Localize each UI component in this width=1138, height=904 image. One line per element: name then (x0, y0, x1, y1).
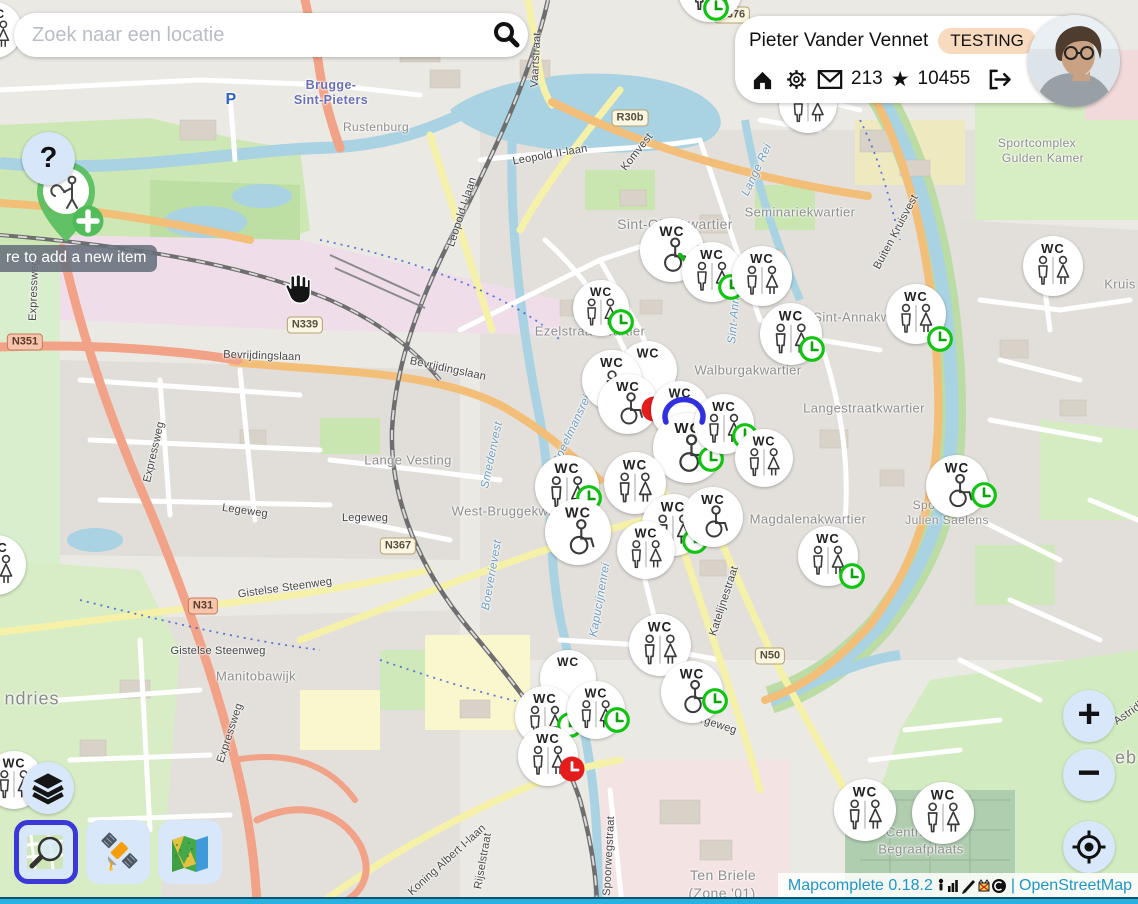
toilet-marker[interactable]: WC (545, 499, 611, 565)
user-name: Pieter Vander Vennet (749, 30, 928, 52)
toilet-marker[interactable]: WC (735, 429, 793, 487)
svg-text:WC: WC (0, 540, 8, 555)
logout-icon[interactable] (986, 66, 1012, 92)
svg-text:WC: WC (659, 223, 684, 239)
svg-text:WC: WC (712, 399, 736, 414)
hand-cursor (281, 272, 313, 311)
opening-hours-badge (603, 706, 631, 734)
opening-hours-badge (798, 335, 826, 363)
bg-option-osm-carto[interactable] (14, 820, 78, 884)
svg-text:WC: WC (853, 785, 877, 800)
svg-text:WC: WC (750, 251, 774, 266)
stats-icons (937, 877, 1007, 895)
svg-text:WC: WC (600, 355, 624, 370)
mapcomplete-app: Brugge-Sint-PietersRustenburgPVaartstraa… (0, 0, 1138, 904)
attribution-app[interactable]: Mapcomplete 0.18.2 (788, 877, 933, 895)
bg-option-map[interactable] (158, 820, 222, 884)
toilet-marker[interactable]: WC (1023, 236, 1083, 296)
attribution-separator: | (1011, 877, 1015, 895)
svg-text:WC: WC (533, 691, 557, 706)
svg-text:WC: WC (931, 788, 955, 803)
zoom-out-button[interactable]: − (1063, 749, 1115, 801)
layers-button[interactable] (22, 762, 74, 814)
svg-text:WC: WC (623, 458, 647, 473)
svg-text:WC: WC (616, 379, 640, 394)
star-icon[interactable]: ★ (891, 69, 910, 90)
help-label: ? (40, 142, 58, 175)
svg-text:WC: WC (1041, 241, 1065, 256)
add-item-tooltip: re to add a new item (0, 245, 157, 272)
svg-text:WC: WC (648, 620, 672, 635)
add-plus-icon (73, 206, 104, 237)
search-icon[interactable] (484, 17, 528, 53)
help-button[interactable]: ? (22, 132, 75, 185)
zoom-in-button[interactable]: + (1063, 690, 1115, 742)
closed-clock-badge (558, 755, 586, 783)
svg-text:WC: WC (554, 460, 579, 476)
svg-text:WC: WC (816, 531, 840, 546)
svg-text:WC: WC (0, 7, 5, 21)
bottom-accent-bar (0, 897, 1138, 904)
svg-text:WC: WC (661, 500, 685, 515)
selected-marker-arc (661, 390, 707, 430)
background-layer-selector (14, 820, 222, 884)
osm-map-icon (25, 831, 67, 873)
layers-icon (31, 771, 65, 805)
toilet-marker[interactable]: WC (834, 779, 896, 841)
svg-text:WC: WC (945, 461, 969, 476)
home-icon[interactable] (749, 66, 775, 92)
geolocate-icon (1071, 829, 1107, 865)
svg-text:WC: WC (565, 506, 591, 522)
toilet-marker[interactable]: WC (683, 487, 743, 547)
opening-hours-badge (838, 562, 866, 590)
messages-icon[interactable] (817, 66, 843, 92)
testing-badge: TESTING (938, 28, 1036, 54)
opening-hours-badge (926, 325, 954, 353)
toilet-marker[interactable]: WC (0, 535, 26, 595)
svg-text:WC: WC (3, 756, 26, 770)
attribution-osm-link[interactable]: OpenStreetMap (1019, 877, 1132, 895)
geolocate-button[interactable] (1063, 821, 1115, 873)
user-avatar[interactable] (1028, 15, 1120, 107)
opening-hours-badge (607, 308, 635, 336)
svg-text:WC: WC (557, 655, 579, 669)
toilet-marker[interactable]: WC (732, 246, 792, 306)
opening-hours-badge (970, 481, 998, 509)
svg-text:WC: WC (680, 667, 704, 682)
toilet-marker[interactable]: WC (617, 521, 675, 579)
svg-text:WC: WC (536, 731, 560, 746)
folded-map-icon (169, 831, 211, 873)
svg-text:WC: WC (585, 686, 608, 700)
attribution-bar: Mapcomplete 0.18.2 | OpenStreetMap (778, 873, 1138, 899)
svg-text:WC: WC (779, 309, 803, 324)
svg-text:WC: WC (701, 492, 725, 507)
opening-hours-badge (701, 687, 729, 715)
svg-text:WC: WC (635, 526, 658, 540)
opening-hours-badge (702, 0, 730, 22)
toilet-marker[interactable]: WC (912, 782, 974, 844)
svg-text:WC: WC (590, 285, 612, 299)
gear-icon[interactable] (783, 66, 809, 92)
search-input[interactable] (14, 24, 484, 47)
bg-option-satellite[interactable] (86, 820, 150, 884)
svg-text:WC: WC (700, 247, 724, 262)
marker-layer: WC WC WC WC WC WC WC WC WC WC (0, 0, 1138, 904)
messages-count: 213 (851, 68, 883, 90)
changesets-count: 10455 (918, 68, 971, 90)
location-search-bar (14, 13, 528, 57)
satellite-icon (96, 830, 140, 874)
svg-text:WC: WC (904, 289, 928, 304)
svg-text:WC: WC (753, 434, 776, 448)
